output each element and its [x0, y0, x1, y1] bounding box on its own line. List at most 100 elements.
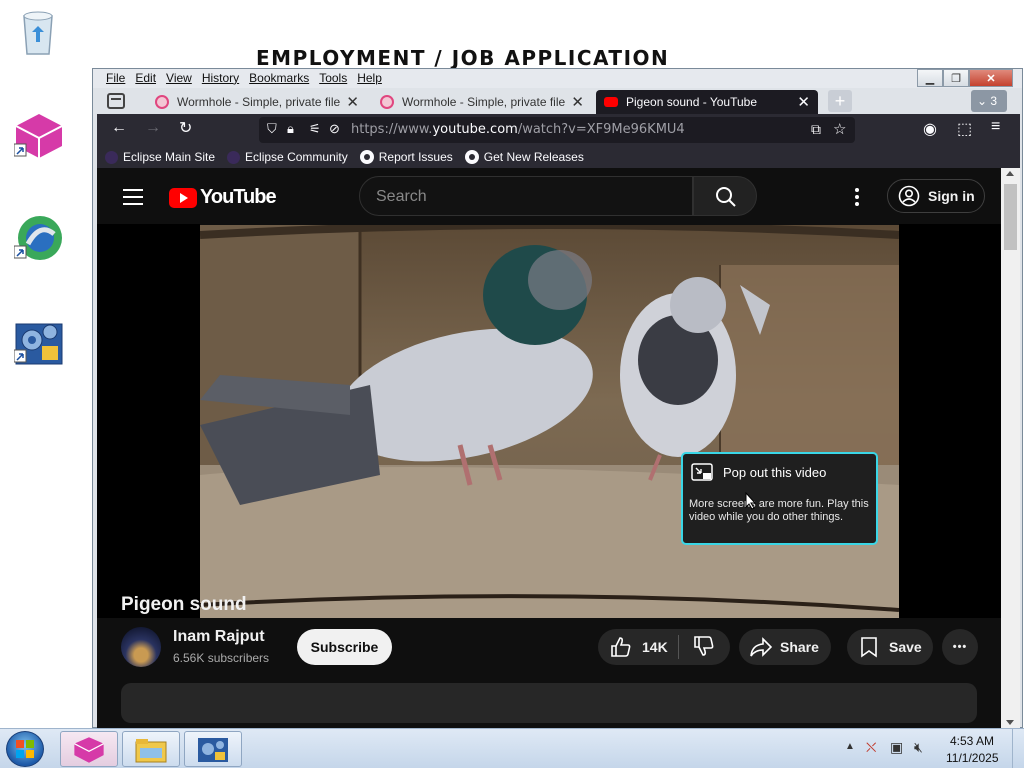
pip-popout-tooltip[interactable]: Pop out this video More screens are more… — [681, 452, 878, 545]
menu-bar: File Edit View History Bookmarks Tools H… — [101, 71, 387, 85]
search-input[interactable]: Search — [376, 188, 427, 206]
tab-list-button[interactable]: ⌄ 3 — [971, 90, 1007, 112]
maximize-button[interactable]: ❐ — [943, 69, 969, 87]
bookmarks-toolbar: Eclipse Main Site Eclipse Community Repo… — [97, 146, 1020, 168]
minimize-button[interactable]: ▁ — [917, 69, 943, 87]
video-letterbox-left — [97, 224, 200, 618]
tab-overview-button[interactable] — [107, 93, 125, 109]
sign-in-button[interactable]: Sign in — [887, 179, 985, 213]
menu-help[interactable]: Help — [352, 71, 387, 85]
tab-close-icon[interactable]: ✕ — [571, 93, 584, 111]
network-status-icon[interactable]: ⛌ — [866, 739, 876, 756]
bookmark-eclipse-main[interactable]: Eclipse Main Site — [105, 150, 215, 164]
save-button[interactable]: Save — [847, 629, 933, 665]
more-actions-button[interactable]: ••• — [942, 629, 978, 665]
lock-icon[interactable]: 🔒︎ — [287, 121, 294, 137]
close-window-button[interactable]: ✕ — [969, 69, 1013, 87]
menu-edit[interactable]: Edit — [130, 71, 161, 85]
search-button[interactable] — [693, 176, 757, 216]
bookmark-label: Eclipse Main Site — [123, 150, 216, 164]
url-prefix: https://www. — [351, 122, 433, 137]
youtube-logo-text: YouTube — [200, 186, 277, 208]
show-hidden-icons-icon[interactable]: ▲ — [845, 741, 855, 752]
tab-wormhole-1[interactable]: Wormhole - Simple, private file ✕ — [147, 90, 367, 114]
bookmark-new-releases[interactable]: Get New Releases — [464, 150, 584, 164]
tab-youtube[interactable]: Pigeon sound - YouTube ✕ — [596, 90, 818, 114]
show-desktop-button[interactable] — [1012, 729, 1024, 768]
menu-tools[interactable]: Tools — [314, 71, 352, 85]
title-bar: File Edit View History Bookmarks Tools H… — [93, 69, 1022, 89]
scroll-thumb[interactable] — [1004, 184, 1017, 250]
account-icon[interactable]: ◉ — [923, 119, 937, 139]
channel-avatar[interactable] — [121, 627, 161, 667]
shield-icon[interactable]: ⛉ — [267, 121, 277, 137]
browser-window: File Edit View History Bookmarks Tools H… — [92, 68, 1023, 728]
tab-wormhole-2[interactable]: Wormhole - Simple, private file ✕ — [372, 90, 592, 114]
menu-bookmarks[interactable]: Bookmarks — [244, 71, 314, 85]
bookmark-star-icon[interactable]: ☆ — [833, 120, 846, 138]
clock-time[interactable]: 4:53 AM — [950, 734, 994, 748]
app-shortcut-icon[interactable] — [13, 112, 64, 162]
back-arrow-icon[interactable]: ← — [111, 119, 127, 137]
like-button[interactable]: 14K — [598, 636, 678, 658]
video-letterbox-right — [899, 224, 1001, 618]
dislike-button[interactable] — [679, 635, 715, 660]
video-player[interactable] — [200, 225, 899, 618]
scroll-down-icon[interactable] — [1006, 720, 1014, 725]
more-options-icon[interactable] — [855, 188, 859, 206]
display-icon[interactable]: ▣ — [890, 739, 903, 756]
tab-title: Pigeon sound - YouTube — [626, 95, 757, 109]
new-tab-button[interactable]: + — [828, 90, 852, 112]
eclipse-icon — [227, 150, 241, 164]
menu-file[interactable]: File — [101, 71, 130, 85]
channel-name[interactable]: Inam Rajput — [173, 628, 265, 646]
settings-taskbar-icon — [198, 738, 228, 762]
search-icon — [716, 187, 736, 207]
youtube-favicon-icon — [604, 97, 618, 107]
youtube-logo[interactable]: YouTube — [169, 186, 277, 209]
reload-icon[interactable]: ↻ — [179, 118, 192, 138]
taskbar-app-button[interactable] — [60, 731, 118, 767]
github-icon — [359, 150, 374, 164]
subscribe-button[interactable]: Subscribe — [297, 629, 392, 665]
bookmark-icon — [861, 637, 877, 658]
page-scrollbar[interactable] — [1001, 168, 1020, 728]
recycle-bin-icon[interactable] — [18, 6, 58, 56]
tab-count: 3 — [990, 94, 998, 108]
url-path: /watch?v=XF9Me96KMU4 — [517, 122, 685, 137]
hamburger-menu-icon[interactable]: ≡ — [991, 118, 1000, 136]
taskbar-settings-button[interactable] — [184, 731, 242, 767]
start-button[interactable] — [6, 731, 44, 767]
navigation-toolbar: ← → ↻ ⛉ 🔒︎ ⚟ ⊘ https://www.youtube.com/w… — [97, 114, 1020, 146]
network-shortcut-icon[interactable] — [13, 214, 64, 264]
like-count: 14K — [642, 639, 668, 655]
guide-menu-icon[interactable] — [123, 189, 143, 205]
windows-logo-icon — [16, 740, 34, 758]
minimize-icon: ▁ — [925, 72, 935, 85]
forward-arrow-icon[interactable]: → — [145, 119, 161, 137]
desktop-banner-text: EMPLOYMENT / JOB APPLICATION — [256, 46, 670, 70]
taskbar-explorer-button[interactable] — [122, 731, 180, 767]
tracking-off-icon[interactable]: ⊘ — [329, 121, 340, 137]
tab-strip: Wormhole - Simple, private file ✕ Wormho… — [93, 88, 1022, 114]
share-button[interactable]: Share — [739, 629, 831, 665]
clock-date[interactable]: 11/1/2025 — [946, 751, 999, 765]
volume-muted-icon[interactable]: 🔇︎ — [914, 739, 923, 756]
settings-shortcut-icon[interactable] — [13, 318, 64, 368]
youtube-play-icon — [169, 187, 197, 208]
mouse-cursor-icon — [745, 492, 757, 510]
close-icon: ✕ — [986, 72, 996, 85]
scroll-up-icon[interactable] — [1006, 171, 1014, 176]
menu-view[interactable]: View — [161, 71, 197, 85]
bookmark-eclipse-community[interactable]: Eclipse Community — [227, 150, 348, 164]
tab-overview-icon — [111, 98, 121, 100]
picture-in-picture-icon[interactable]: ⧉ — [811, 121, 821, 138]
bookmark-report-issues[interactable]: Report Issues — [359, 150, 453, 164]
tab-close-icon[interactable]: ✕ — [797, 93, 810, 111]
tab-close-icon[interactable]: ✕ — [346, 93, 359, 111]
search-box[interactable]: Search — [359, 176, 693, 216]
url-bar[interactable]: ⛉ 🔒︎ ⚟ ⊘ https://www.youtube.com/watch?v… — [259, 117, 855, 143]
menu-history[interactable]: History — [197, 71, 244, 85]
permissions-icon[interactable]: ⚟ — [309, 121, 321, 137]
extensions-icon[interactable]: ⬚ — [957, 119, 972, 139]
